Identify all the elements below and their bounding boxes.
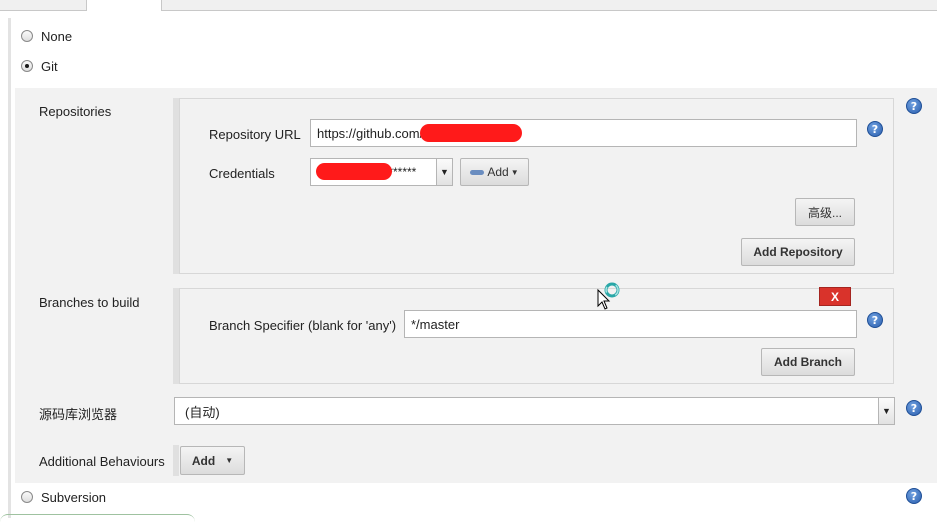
tab-active[interactable]: [86, 0, 162, 11]
repository-browser-label: 源码库浏览器: [39, 407, 118, 422]
repository-browser-select[interactable]: (自动) ▼: [174, 397, 895, 425]
add-repository-button[interactable]: Add Repository: [741, 238, 855, 266]
caret-down-icon: ▼: [225, 456, 234, 465]
chevron-down-icon[interactable]: ▼: [436, 159, 452, 185]
repositories-label: Repositories: [39, 104, 112, 119]
additional-edge: [173, 445, 179, 476]
repository-url-label: Repository URL: [209, 127, 301, 142]
repository-url-value: https://github.com/: [317, 125, 424, 141]
key-icon: [470, 169, 485, 175]
radio-label-none: None: [41, 29, 73, 44]
subversion-help-icon[interactable]: ?: [906, 488, 922, 504]
repository-browser-help-icon[interactable]: ?: [906, 400, 922, 416]
radio-none[interactable]: [21, 30, 33, 42]
add-behaviour-label: Add: [191, 453, 216, 468]
caret-down-icon: ▼: [510, 167, 519, 177]
bottom-panel-edge: [0, 514, 195, 527]
branch-specifier-label: Branch Specifier (blank for 'any'): [209, 318, 397, 333]
radio-label-subversion: Subversion: [41, 490, 107, 505]
branches-label: Branches to build: [39, 295, 140, 310]
add-credentials-button[interactable]: Add ▼: [460, 158, 529, 186]
add-behaviour-button[interactable]: Add ▼: [180, 446, 245, 475]
additional-behaviours-label: Additional Behaviours: [39, 454, 165, 469]
advanced-button[interactable]: 高级...: [795, 198, 855, 226]
credentials-label: Credentials: [209, 166, 275, 181]
add-branch-button[interactable]: Add Branch: [761, 348, 855, 376]
branch-specifier-help-icon[interactable]: ?: [867, 312, 883, 328]
section-gutter: [8, 18, 11, 518]
radio-subversion[interactable]: [21, 491, 33, 503]
add-credentials-label: Add: [487, 165, 509, 179]
redaction-mark: [420, 124, 522, 142]
repository-url-input[interactable]: https://github.com/: [310, 119, 857, 147]
branch-specifier-input[interactable]: */master: [404, 310, 857, 338]
chevron-down-icon[interactable]: ▼: [878, 398, 894, 424]
repositories-help-icon[interactable]: ?: [906, 98, 922, 114]
branch-specifier-value: */master: [411, 316, 460, 332]
delete-branch-button[interactable]: X: [819, 287, 851, 306]
radio-git[interactable]: [21, 60, 33, 72]
repository-url-help-icon[interactable]: ?: [867, 121, 883, 137]
radio-label-git: Git: [41, 59, 58, 74]
busy-cursor-icon: [597, 282, 621, 310]
repository-browser-value: (自动): [185, 404, 220, 420]
redaction-mark: [316, 163, 392, 180]
